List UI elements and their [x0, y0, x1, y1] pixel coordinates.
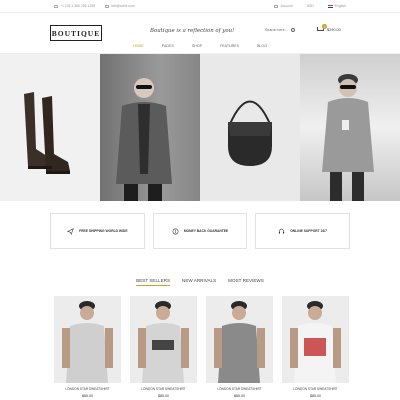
logo[interactable]: BOUTIQUE [50, 25, 102, 41]
search-icon[interactable] [290, 28, 295, 32]
product-grid: LONDON STAR SWEATSHIRT $85.00 LONDON STA… [54, 296, 349, 398]
model-tshirt-image [206, 296, 273, 383]
product-price: $85.00 [158, 394, 169, 398]
product-price: $85.00 [234, 394, 245, 398]
user-icon [274, 4, 279, 8]
product-card[interactable]: LONDON STAR SWEATSHIRT $85.00 [130, 296, 197, 398]
product-name[interactable]: LONDON STAR SWEATSHIRT [206, 387, 273, 391]
language-select[interactable]: English [327, 4, 346, 8]
product-name[interactable]: LONDON STAR SWEATSHIRT [130, 387, 197, 391]
woman-image [322, 74, 374, 201]
banner-image-man[interactable] [100, 54, 200, 201]
account-menu[interactable]: Account [274, 4, 293, 8]
product-image[interactable] [282, 296, 349, 383]
man-image [100, 54, 200, 201]
paper-plane-icon [67, 227, 74, 235]
phone-text: +1 245 1 385 295 1255 [60, 4, 95, 8]
product-image[interactable] [206, 296, 273, 383]
bag-image [228, 100, 272, 166]
mail-icon [104, 4, 109, 8]
email-info[interactable]: info@arkhi.com [104, 4, 135, 8]
banner-image-bag[interactable] [200, 54, 300, 201]
email-text: info@arkhi.com [110, 4, 135, 8]
model-tshirt-image [282, 296, 349, 383]
feature-label: FREE SHIPPING WORLD WIDE [79, 229, 128, 233]
product-image[interactable] [54, 296, 121, 383]
tab-new-arrivals[interactable]: NEW ARRIVALS [182, 278, 216, 286]
nav-item-features[interactable]: FEATURES [220, 44, 239, 48]
divider [0, 12, 400, 13]
nav-item-blog[interactable]: BLOG [257, 44, 267, 48]
features-row: FREE SHIPPING WORLD WIDE MONEY BACK GUAR… [50, 213, 351, 249]
tab-most-reviews[interactable]: MOST REVIEWS [228, 278, 264, 286]
currency-select[interactable]: USD [307, 4, 314, 8]
model-tshirt-image [54, 296, 121, 383]
product-card[interactable]: LONDON STAR SWEATSHIRT $85.00 [54, 296, 121, 398]
product-name[interactable]: LONDON STAR SWEATSHIRT [54, 387, 121, 391]
feature-online-support: ONLINE SUPPORT 24/7 [255, 213, 351, 249]
feature-free-shipping: FREE SHIPPING WORLD WIDE [50, 213, 145, 249]
model-tshirt-image [130, 296, 197, 383]
money-back-icon [172, 228, 179, 234]
tab-best-sellers[interactable]: BEST SELLERS [136, 278, 171, 286]
product-card[interactable]: LONDON STAR SWEATSHIRT $85.00 [282, 296, 349, 398]
hero-banner [0, 54, 400, 201]
phone-info: +1 245 1 385 295 1255 [54, 4, 95, 8]
flag-icon [327, 4, 333, 8]
feature-label: MONEY BACK GUARANTEE [183, 229, 229, 233]
nav-item-home[interactable]: HOME [133, 44, 144, 48]
main-nav: HOME PAGES SHOP FEATURES BLOG [0, 44, 400, 48]
product-price: $85.00 [82, 394, 93, 398]
account-label: Account [280, 4, 293, 8]
language-label: English [334, 4, 346, 8]
tagline: Boutique is a reflection of you! [150, 28, 235, 34]
product-tabs: BEST SELLERS NEW ARRIVALS MOST REVIEWS [0, 278, 400, 286]
banner-image-boots[interactable] [0, 54, 100, 201]
nav-item-shop[interactable]: SHOP [192, 44, 202, 48]
top-bar: +1 245 1 385 295 1255 info@arkhi.com Acc… [0, 0, 400, 12]
feature-money-back: MONEY BACK GUARANTEE [152, 213, 248, 249]
product-image[interactable] [130, 296, 197, 383]
product-name[interactable]: LONDON STAR SWEATSHIRT [282, 387, 349, 391]
cart-button[interactable]: 0 [317, 24, 327, 33]
phone-icon [54, 4, 58, 8]
feature-label: ONLINE SUPPORT 24/7 [290, 229, 327, 233]
product-price: $85.00 [310, 394, 321, 398]
boots-image [24, 92, 70, 174]
search-input[interactable]: Search here... [265, 28, 288, 32]
search-box[interactable]: Search here... [265, 28, 295, 32]
nav-item-pages[interactable]: PAGES [162, 44, 174, 48]
product-card[interactable]: LONDON STAR SWEATSHIRT $85.00 [206, 296, 273, 398]
headset-icon [279, 228, 285, 234]
cart-total[interactable]: $290.00 [327, 28, 341, 32]
banner-image-woman[interactable] [300, 54, 400, 201]
